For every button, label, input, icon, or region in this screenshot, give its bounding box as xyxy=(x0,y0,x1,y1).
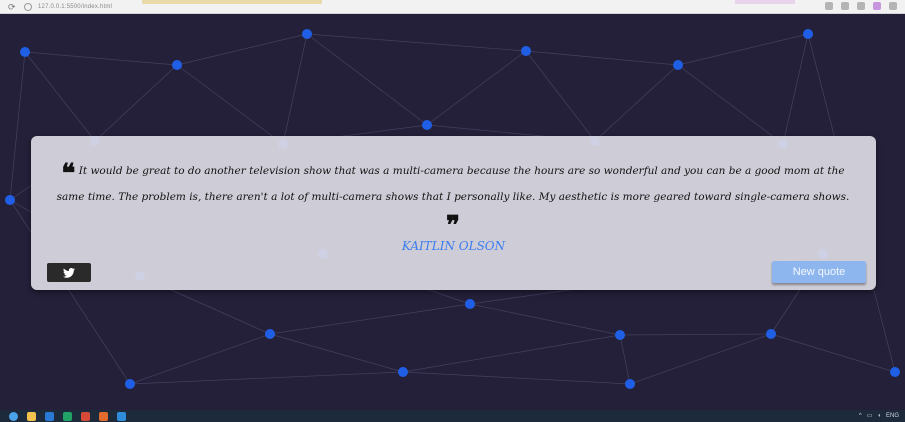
extension-icon[interactable] xyxy=(873,2,881,10)
network-link xyxy=(402,371,631,385)
network-node xyxy=(422,120,432,130)
tab-strip xyxy=(735,0,795,4)
network-link xyxy=(402,334,621,373)
network-link xyxy=(24,51,96,142)
network-link xyxy=(677,33,809,66)
network-node xyxy=(521,46,531,56)
network-link xyxy=(306,33,527,52)
browser-address-bar: ⟳ 127.0.0.1:5500/index.html xyxy=(0,0,905,14)
network-link xyxy=(469,303,621,336)
close-quote-icon: ❞ xyxy=(446,211,460,241)
network-node xyxy=(172,60,182,70)
network-link xyxy=(619,333,772,336)
chevron-up-icon[interactable]: ^ xyxy=(859,413,862,419)
menu-icon[interactable] xyxy=(889,2,897,10)
network-link xyxy=(176,33,308,66)
bookmark-star-icon[interactable] xyxy=(857,2,865,10)
network-link xyxy=(426,50,527,126)
open-quote-icon: ❝ xyxy=(61,159,76,189)
network-link xyxy=(782,33,809,145)
quote-box: ❝ It would be great to do another televi… xyxy=(31,136,876,290)
network-node xyxy=(673,60,683,70)
network-link xyxy=(129,333,271,385)
network-link xyxy=(176,64,284,145)
network-link xyxy=(677,64,784,145)
network-link xyxy=(770,333,896,373)
network-link xyxy=(306,33,428,126)
new-quote-button[interactable]: New quote xyxy=(772,261,866,283)
extension-icon[interactable] xyxy=(825,2,833,10)
powerpoint-icon[interactable] xyxy=(81,411,90,421)
quote-text: It would be great to do another televisi… xyxy=(56,165,850,203)
network-node xyxy=(890,367,900,377)
twitter-icon xyxy=(63,267,75,278)
language-indicator[interactable]: ENG xyxy=(886,413,899,419)
network-link xyxy=(269,303,471,335)
network-node xyxy=(125,379,135,389)
network-link xyxy=(282,33,308,145)
browser-icon[interactable] xyxy=(99,411,108,421)
word-icon[interactable] xyxy=(45,411,54,421)
excel-icon[interactable] xyxy=(63,411,72,421)
quote-author: KAITLIN OLSON xyxy=(401,239,506,253)
quote-text-block: ❝ It would be great to do another televi… xyxy=(53,158,853,239)
start-icon[interactable] xyxy=(9,411,18,421)
network-link xyxy=(9,51,26,201)
browser-toolbar-icons xyxy=(825,2,897,10)
network-node xyxy=(398,367,408,377)
network-link xyxy=(94,64,178,142)
system-tray: ^ ▭ ◖ ENG xyxy=(859,412,899,420)
network-node xyxy=(625,379,635,389)
network-link xyxy=(525,50,596,142)
network-node xyxy=(803,29,813,39)
network-icon[interactable]: ▭ xyxy=(867,412,873,419)
reload-icon[interactable]: ⟳ xyxy=(8,2,18,12)
tweet-quote-button[interactable] xyxy=(47,263,91,282)
network-link xyxy=(525,50,679,66)
file-explorer-icon[interactable] xyxy=(27,411,36,421)
network-link xyxy=(24,51,178,66)
network-node xyxy=(265,329,275,339)
network-node xyxy=(615,330,625,340)
zoom-icon[interactable] xyxy=(841,2,849,10)
volume-icon[interactable]: ◖ xyxy=(877,413,881,419)
os-taskbar: ^ ▭ ◖ ENG xyxy=(0,410,905,422)
network-link xyxy=(129,371,404,385)
network-node xyxy=(5,195,15,205)
network-node xyxy=(20,47,30,57)
network-link xyxy=(629,333,772,385)
vscode-icon[interactable] xyxy=(117,411,126,421)
network-link xyxy=(269,333,404,373)
network-link xyxy=(594,64,679,142)
tab-strip xyxy=(142,0,322,4)
network-node xyxy=(302,29,312,39)
network-link xyxy=(619,334,631,385)
network-node xyxy=(465,299,475,309)
site-info-icon[interactable] xyxy=(24,2,32,11)
url-field[interactable]: 127.0.0.1:5500/index.html xyxy=(38,4,112,10)
network-node xyxy=(766,329,776,339)
